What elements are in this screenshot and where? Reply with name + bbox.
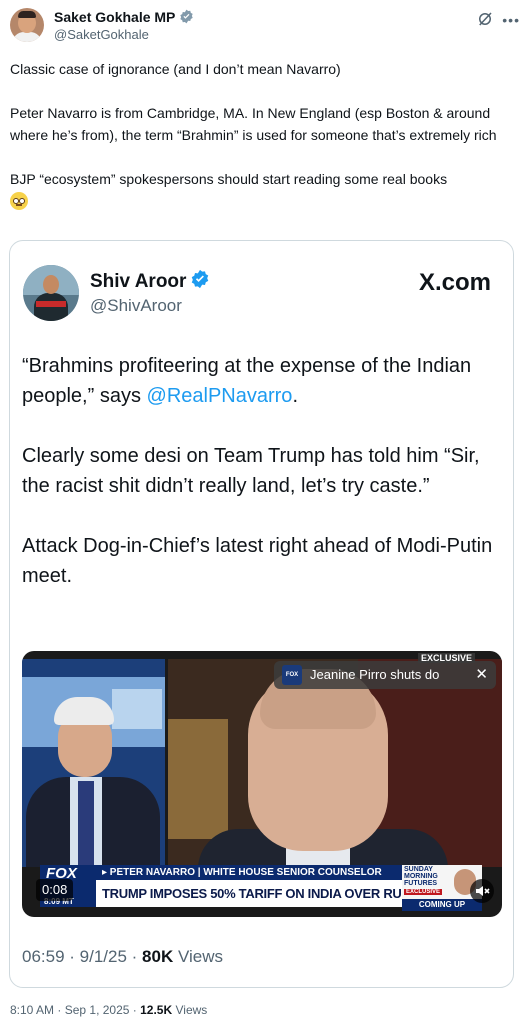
quoted-tweet-card[interactable]: Shiv Aroor @ShivAroor X.com “Brahmins pr… (9, 240, 514, 988)
mention-link[interactable]: @RealPNavarro (147, 385, 293, 407)
promo-exclusive: EXCLUSIVE (404, 889, 443, 895)
video-right-frame (168, 659, 502, 867)
quoted-views-label: Views (177, 947, 223, 966)
quoted-paragraph: Clearly some desi on Team Trump has told… (22, 445, 480, 497)
video-player[interactable]: EXCLUSIVE FOX Jeanine Pirro shuts do ✕ F… (22, 651, 502, 917)
tweet-time[interactable]: 8:10 AM (10, 1003, 54, 1017)
chyron-headline: TRUMP IMPOSES 50% TARIFF ON INDIA OVER R… (96, 880, 464, 907)
verified-badge-icon (180, 9, 194, 24)
verified-badge-icon (192, 269, 209, 289)
grok-icon[interactable] (476, 10, 494, 28)
mute-icon[interactable] (470, 879, 494, 903)
tweet-text: Classic case of ignorance (and I don’t m… (10, 58, 515, 212)
quoted-author-avatar[interactable] (23, 265, 79, 321)
quoted-text-segment: . (292, 385, 298, 407)
tweet-meta: 8:10 AM · Sep 1, 2025 · 12.5K Views (10, 1003, 208, 1017)
x-com-watermark: X.com (418, 269, 491, 296)
author-name[interactable]: Saket Gokhale MP (54, 9, 194, 25)
quoted-paragraph: Attack Dog-in-Chief’s latest right ahead… (22, 535, 493, 587)
quoted-time: 06:59 (22, 947, 65, 966)
video-title-bar: FOX Jeanine Pirro shuts do ✕ (274, 661, 496, 689)
quoted-author-name[interactable]: Shiv Aroor (90, 269, 210, 293)
promo-title: SUNDAY MORNING FUTURES (404, 866, 438, 887)
video-title: Jeanine Pirro shuts do (310, 667, 440, 682)
tweet-date[interactable]: Sep 1, 2025 (65, 1003, 130, 1017)
quoted-views-count: 80K (142, 947, 174, 966)
quoted-author-name-text[interactable]: Shiv Aroor (90, 271, 186, 292)
tweet-paragraph: BJP “ecosystem” spokespersons should sta… (10, 168, 515, 212)
quoted-paragraph: “Brahmins profiteering at the expense of… (22, 351, 502, 411)
tweet-views-label: Views (175, 1003, 208, 1017)
quoted-tweet-meta: 06:59 · 9/1/25 · 80K Views (22, 947, 223, 966)
quoted-tweet-text: “Brahmins profiteering at the expense of… (22, 351, 502, 621)
author-avatar[interactable] (10, 8, 44, 42)
tweet-header: Saket Gokhale MP @SaketGokhale ••• (10, 8, 520, 46)
chyron-subtitle: ▸ PETER NAVARRO | WHITE HOUSE SENIOR COU… (96, 865, 402, 880)
more-icon[interactable]: ••• (502, 12, 520, 28)
tweet-paragraph-text: BJP “ecosystem” spokespersons should sta… (10, 171, 448, 187)
tweet-paragraph: Classic case of ignorance (and I don’t m… (10, 61, 341, 77)
quoted-author-handle[interactable]: @ShivAroor (90, 296, 182, 316)
close-icon[interactable]: ✕ (475, 665, 488, 683)
author-name-text[interactable]: Saket Gokhale MP (54, 9, 175, 25)
tweet-paragraph: Peter Navarro is from Cambridge, MA. In … (10, 105, 497, 143)
rolling-eyes-emoji-icon (10, 192, 28, 210)
tweet-views-count: 12.5K (140, 1003, 173, 1017)
fox-news-icon: FOX (282, 665, 302, 685)
quoted-date: 9/1/25 (79, 947, 127, 966)
author-handle[interactable]: @SaketGokhale (54, 27, 149, 42)
video-timer: 0:08 (36, 879, 74, 901)
video-left-frame (22, 659, 165, 867)
